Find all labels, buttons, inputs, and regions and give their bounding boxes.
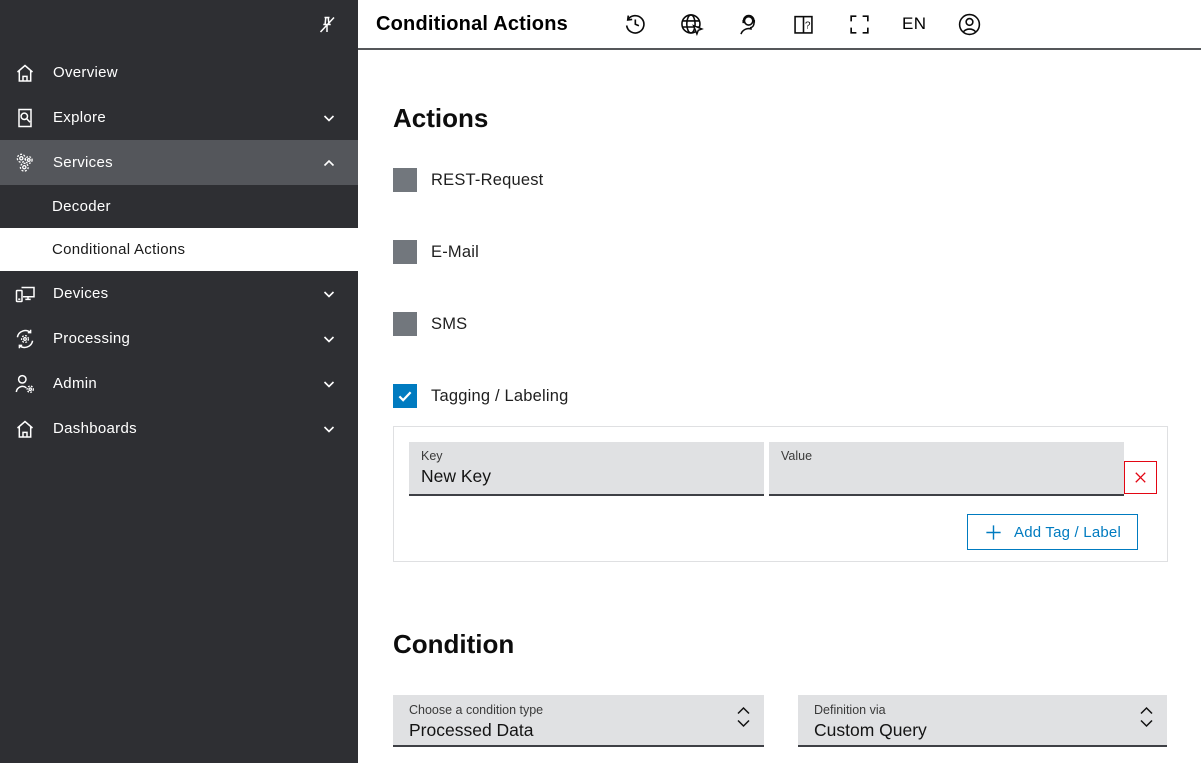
tag-value-field-label: Value: [781, 449, 1112, 463]
chevron-down-icon: [320, 420, 338, 438]
checkbox-label: Tagging / Labeling: [431, 387, 569, 406]
condition-heading: Condition: [393, 629, 1168, 659]
sidebar-nav: Overview Explore: [0, 50, 358, 451]
action-row-sms: SMS: [393, 312, 1168, 336]
unpin-sidebar-icon[interactable]: [314, 12, 340, 38]
select-up-down-icon: [736, 706, 751, 728]
definition-via-select-value: Custom Query: [814, 720, 1127, 741]
app-window: Overview Explore: [0, 0, 1201, 763]
sidebar-item-label: Processing: [53, 330, 130, 347]
actions-heading: Actions: [393, 103, 1168, 133]
checkbox-label: E-Mail: [431, 243, 479, 262]
chevron-down-icon: [320, 375, 338, 393]
chevron-down-icon: [320, 330, 338, 348]
checkbox-label: REST-Request: [431, 171, 543, 190]
sidebar-item-devices[interactable]: Devices: [0, 271, 358, 316]
delete-tag-button[interactable]: [1124, 461, 1157, 494]
sms-checkbox[interactable]: [393, 312, 417, 336]
sidebar-item-conditional-actions[interactable]: Conditional Actions: [0, 228, 358, 271]
action-row-email: E-Mail: [393, 240, 1168, 264]
tag-label-editor-panel: Key New Key Value: [393, 426, 1168, 562]
tag-value-field-value: [781, 466, 1112, 486]
dashboard-home-icon: [12, 416, 38, 442]
sidebar-item-admin[interactable]: Admin: [0, 361, 358, 406]
action-row-rest-request: REST-Request: [393, 168, 1168, 192]
sidebar-item-label: Dashboards: [53, 420, 137, 437]
sidebar-item-dashboards[interactable]: Dashboards: [0, 406, 358, 451]
sidebar-item-label: Services: [53, 154, 113, 171]
email-checkbox[interactable]: [393, 240, 417, 264]
condition-selects-row: Choose a condition type Processed Data D…: [393, 695, 1168, 747]
web-link-icon[interactable]: [678, 11, 705, 38]
checkbox-label: SMS: [431, 315, 467, 334]
home-icon: [12, 60, 38, 86]
sidebar-item-label: Explore: [53, 109, 106, 126]
chevron-down-icon: [320, 285, 338, 303]
add-tag-label-button-text: Add Tag / Label: [1014, 524, 1121, 541]
condition-type-select-label: Choose a condition type: [409, 703, 724, 717]
sidebar-item-services[interactable]: Services: [0, 140, 358, 185]
add-tag-label-button[interactable]: Add Tag / Label: [967, 514, 1138, 550]
support-icon[interactable]: [734, 11, 761, 38]
fullscreen-icon[interactable]: [846, 11, 873, 38]
definition-via-select[interactable]: Definition via Custom Query: [798, 695, 1167, 747]
sidebar-item-label: Conditional Actions: [52, 241, 185, 258]
sidebar-item-label: Admin: [53, 375, 97, 392]
devices-icon: [12, 281, 38, 307]
rest-request-checkbox[interactable]: [393, 168, 417, 192]
sidebar-item-explore[interactable]: Explore: [0, 95, 358, 140]
explore-icon: [12, 105, 38, 131]
tag-key-field[interactable]: Key New Key: [409, 442, 764, 496]
sidebar-item-label: Overview: [53, 64, 118, 81]
chevron-up-icon: [320, 154, 338, 172]
select-up-down-icon: [1139, 706, 1154, 728]
services-icon: [12, 150, 38, 176]
plus-icon: [984, 523, 1003, 542]
sidebar-item-label: Decoder: [52, 198, 111, 215]
language-selector[interactable]: EN: [902, 14, 927, 34]
condition-type-select[interactable]: Choose a condition type Processed Data: [393, 695, 764, 747]
tag-key-field-value: New Key: [421, 466, 752, 487]
sidebar-item-label: Devices: [53, 285, 108, 302]
main-content: Actions REST-Request E-Mail SMS: [358, 52, 1201, 763]
condition-type-select-value: Processed Data: [409, 720, 724, 741]
tag-value-field[interactable]: Value: [769, 442, 1124, 496]
page-header: Conditional Actions: [358, 0, 1201, 50]
definition-via-select-label: Definition via: [814, 703, 1127, 717]
chevron-down-icon: [320, 109, 338, 127]
manual-icon[interactable]: ?: [790, 11, 817, 38]
action-row-tagging-labeling: Tagging / Labeling: [393, 384, 1168, 408]
history-icon[interactable]: [622, 11, 649, 38]
sidebar-pin-row: [0, 0, 358, 50]
sidebar: Overview Explore: [0, 0, 358, 763]
processing-icon: [12, 326, 38, 352]
tag-key-field-label: Key: [421, 449, 752, 463]
account-icon[interactable]: [956, 11, 983, 38]
sidebar-item-decoder[interactable]: Decoder: [0, 185, 358, 228]
sidebar-item-overview[interactable]: Overview: [0, 50, 358, 95]
page-title: Conditional Actions: [376, 13, 568, 36]
header-icon-bar: ? EN: [622, 11, 983, 38]
tagging-labeling-checkbox[interactable]: [393, 384, 417, 408]
sidebar-item-processing[interactable]: Processing: [0, 316, 358, 361]
svg-text:?: ?: [805, 20, 811, 31]
admin-icon: [12, 371, 38, 397]
